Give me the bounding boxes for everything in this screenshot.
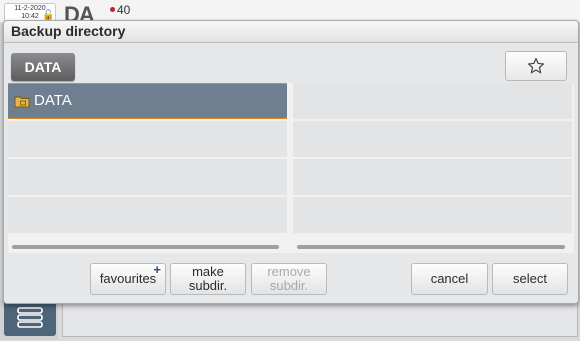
directory-column-left: DATA: [8, 83, 287, 253]
path-button[interactable]: DATA: [11, 53, 75, 81]
dialog-title: Backup directory: [4, 21, 578, 43]
directory-column-right: [293, 83, 572, 253]
menu-icon: [17, 307, 43, 328]
list-item[interactable]: [8, 121, 287, 157]
folder-icon: [14, 96, 30, 108]
main-content-area: [62, 300, 578, 337]
logo-dot: [110, 7, 115, 12]
list-item[interactable]: DATA: [8, 83, 287, 119]
list-item[interactable]: [293, 159, 572, 195]
make-subdir-label: make subdir.: [188, 264, 228, 293]
star-icon: [527, 57, 545, 74]
list-item[interactable]: [8, 197, 287, 233]
list-item[interactable]: [293, 121, 572, 157]
make-subdir-button[interactable]: make subdir.: [170, 263, 246, 295]
app-version: 40: [117, 3, 131, 17]
list-item[interactable]: [293, 197, 572, 233]
main-menu-button[interactable]: [4, 300, 56, 336]
remove-subdir-label: remove subdir.: [267, 264, 311, 293]
favourites-button[interactable]: favourites +: [90, 263, 166, 295]
list-item[interactable]: [8, 159, 287, 195]
favorite-star-button[interactable]: [505, 51, 567, 81]
horizontal-scrollbar-left[interactable]: [12, 245, 279, 249]
select-label: select: [513, 271, 547, 286]
list-item[interactable]: [293, 83, 572, 119]
backup-directory-dialog: Backup directory DATA DATA favourites + …: [3, 20, 579, 304]
cancel-button[interactable]: cancel: [411, 263, 488, 295]
list-item-label: DATA: [34, 92, 72, 109]
plus-icon: +: [153, 262, 161, 277]
cancel-label: cancel: [430, 271, 469, 286]
horizontal-scrollbar-right[interactable]: [297, 245, 565, 249]
favourites-label: favourites: [99, 271, 157, 286]
select-button[interactable]: select: [492, 263, 568, 295]
remove-subdir-button: remove subdir.: [251, 263, 327, 295]
directory-list: DATA: [8, 83, 574, 253]
